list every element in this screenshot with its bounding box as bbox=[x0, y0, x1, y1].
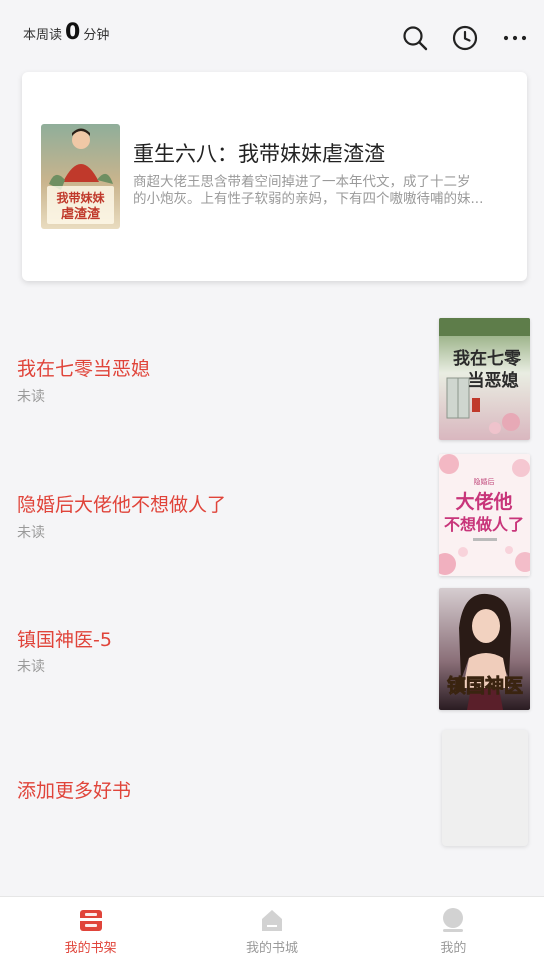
tab-bookshelf-label: 我的书架 bbox=[64, 941, 117, 956]
bottom-navigation: 我的书架 我的书城 我的 bbox=[0, 896, 544, 956]
featured-desc-line-2: 的小炮灰。上有性子软弱的亲妈，下有四个嗷嗷待哺的妹... bbox=[133, 191, 484, 207]
svg-text:我在七零: 我在七零 bbox=[453, 348, 522, 369]
svg-text:当恶媳: 当恶媳 bbox=[468, 370, 519, 391]
weekly-reading-stat: 本周读 0 分钟 bbox=[23, 22, 109, 44]
book-list-item[interactable]: 隐婚后大佬他不想做人了 未读 隐婚后 大佬他 不想做人了 bbox=[0, 452, 544, 576]
more-dots-icon[interactable] bbox=[501, 24, 529, 52]
bookshelf-icon bbox=[79, 910, 102, 931]
book-cover[interactable]: 镇国神医 bbox=[439, 588, 530, 710]
featured-book-description: 商超大佬王思含带着空间掉进了一本年代文，成了十二岁 的小炮灰。上有性子软弱的亲妈… bbox=[133, 174, 513, 208]
svg-text:不想做人了: 不想做人了 bbox=[444, 515, 524, 534]
tab-profile-label: 我的 bbox=[440, 941, 467, 956]
tab-bookstore-label: 我的书城 bbox=[245, 941, 298, 956]
add-book-placeholder-cover[interactable] bbox=[442, 730, 528, 846]
book-title[interactable]: 镇国神医-5 bbox=[17, 625, 112, 652]
tab-bookstore[interactable]: 我的书城 bbox=[181, 897, 362, 956]
book-read-status: 未读 bbox=[17, 659, 45, 675]
top-bar: 本周读 0 分钟 bbox=[0, 0, 544, 70]
svg-text:大佬他: 大佬他 bbox=[455, 490, 512, 513]
book-read-status: 未读 bbox=[17, 389, 45, 405]
book-cover[interactable]: 我在七零 当恶媳 bbox=[439, 318, 530, 440]
add-more-books[interactable]: 添加更多好书 bbox=[0, 728, 544, 848]
search-icon[interactable] bbox=[401, 24, 429, 52]
svg-text:虐渣渣: 虐渣渣 bbox=[61, 206, 101, 222]
svg-text:镇国神医: 镇国神医 bbox=[447, 674, 523, 697]
featured-book-cover[interactable]: 我带妹妹 虐渣渣 bbox=[41, 124, 120, 229]
tab-bookshelf[interactable]: 我的书架 bbox=[0, 897, 181, 956]
status-bar-icons bbox=[438, 0, 508, 4]
reading-stat-prefix: 本周读 bbox=[23, 28, 63, 43]
history-clock-icon[interactable] bbox=[451, 24, 479, 52]
bookstore-icon bbox=[261, 910, 282, 931]
featured-book-card[interactable]: 我带妹妹 虐渣渣 重生六八：我带妹妹虐渣渣 商超大佬王思含带着空间掉进了一本年代… bbox=[22, 72, 527, 281]
profile-icon bbox=[443, 908, 464, 932]
book-list-item[interactable]: 镇国神医-5 未读 镇国神医 bbox=[0, 588, 544, 710]
svg-text:我带妹妹: 我带妹妹 bbox=[56, 190, 105, 205]
reading-minutes-value: 0 bbox=[65, 20, 81, 45]
book-read-status: 未读 bbox=[17, 525, 45, 541]
tab-profile[interactable]: 我的 bbox=[363, 897, 544, 956]
svg-text:隐婚后: 隐婚后 bbox=[474, 477, 495, 486]
book-title[interactable]: 我在七零当恶媳 bbox=[17, 354, 150, 381]
reading-stat-suffix: 分钟 bbox=[83, 28, 110, 43]
book-list-item[interactable]: 我在七零当恶媳 未读 我在七零 当恶媳 bbox=[0, 318, 544, 440]
featured-book-title[interactable]: 重生六八：我带妹妹虐渣渣 bbox=[133, 138, 385, 168]
featured-desc-line-1: 商超大佬王思含带着空间掉进了一本年代文，成了十二岁 bbox=[133, 174, 471, 190]
add-more-books-label[interactable]: 添加更多好书 bbox=[17, 776, 131, 803]
book-title[interactable]: 隐婚后大佬他不想做人了 bbox=[17, 490, 226, 517]
book-cover[interactable]: 隐婚后 大佬他 不想做人了 bbox=[439, 454, 530, 576]
